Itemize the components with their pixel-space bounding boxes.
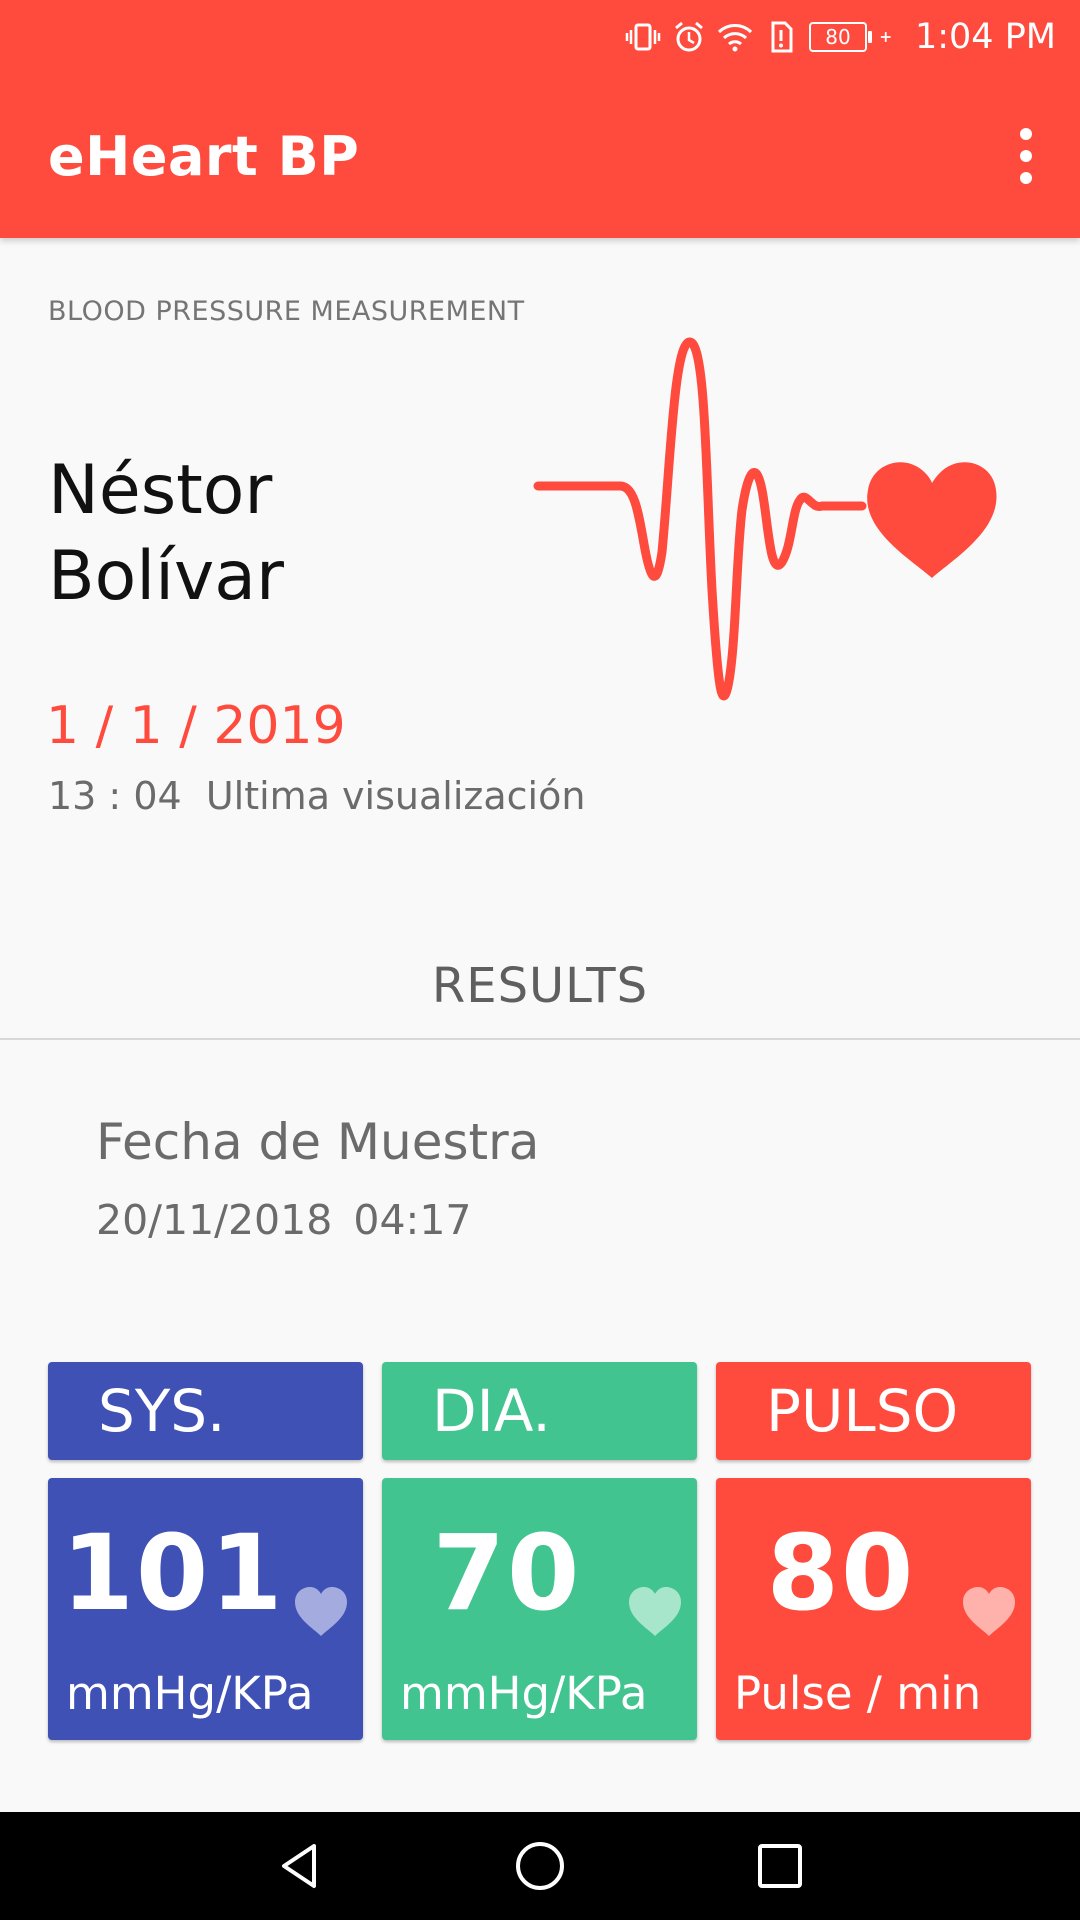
more-vert-icon[interactable] [1006,128,1046,184]
section-label: BLOOD PRESSURE MEASUREMENT [48,296,525,327]
last-view: 13 : 04 Ultima visualización [48,774,585,818]
dia-label: DIA. [382,1362,697,1460]
heart-icon [629,1587,681,1636]
sys-value-box: 101 mmHg/KPa [48,1478,363,1740]
alarm-icon [675,21,703,52]
patient-first-name: Néstor [48,451,273,530]
nav-bar [0,1812,1080,1920]
sys-unit: mmHg/KPa [66,1667,314,1720]
dia-value-box: 70 mmHg/KPa [382,1478,697,1740]
pulse-unit: Pulse / min [734,1667,982,1720]
back-icon[interactable] [270,1836,330,1896]
pulse-value-box: 80 Pulse / min [716,1478,1031,1740]
ecg-heart-icon [533,337,997,701]
heart-icon [295,1587,347,1636]
sys-label: SYS. [48,1362,363,1460]
battery-icon: 80 [808,22,872,52]
sys-value: 101 [61,1512,285,1634]
sim-alert-icon [771,21,793,53]
sample-time-value: 04:17 [353,1196,472,1244]
dia-value: 70 [432,1512,582,1634]
sample-date: 20/11/2018 04:17 [96,1196,472,1244]
pulse-label: PULSO [716,1362,1031,1460]
last-view-time: 13 : 04 [48,774,182,818]
patient-name: Néstor Bolívar [48,448,468,620]
pulse-value: 80 [766,1512,916,1634]
dia-unit: mmHg/KPa [400,1667,648,1720]
wifi-icon [717,24,753,52]
charging-plus-icon [880,32,891,42]
measurement-cards: SYS. 101 mmHg/KPa DIA. 70 mmHg/KPa PULSO… [48,1362,1032,1742]
measurement-date: 1 / 1 / 2019 [46,696,346,756]
sys-card: SYS. 101 mmHg/KPa [48,1362,363,1740]
pulse-card: PULSO 80 Pulse / min [716,1362,1031,1740]
sample-date-value: 20/11/2018 [96,1196,333,1244]
divider [0,1038,1080,1040]
heart-icon [963,1587,1015,1636]
vibrate-icon [625,23,661,51]
recents-icon[interactable] [750,1836,810,1896]
sample-date-label: Fecha de Muestra [96,1113,540,1171]
app-bar: 80 1:04 PM eHeart BP [0,0,1080,238]
status-time: 1:04 PM [914,17,1056,57]
results-title: RESULTS [431,958,649,1014]
dia-card: DIA. 70 mmHg/KPa [382,1362,697,1740]
home-icon[interactable] [510,1836,570,1896]
patient-last-name: Bolívar [48,537,284,616]
app-title: eHeart BP [48,125,360,188]
status-bar: 80 1:04 PM [625,14,1056,60]
last-view-label: Ultima visualización [205,774,586,818]
